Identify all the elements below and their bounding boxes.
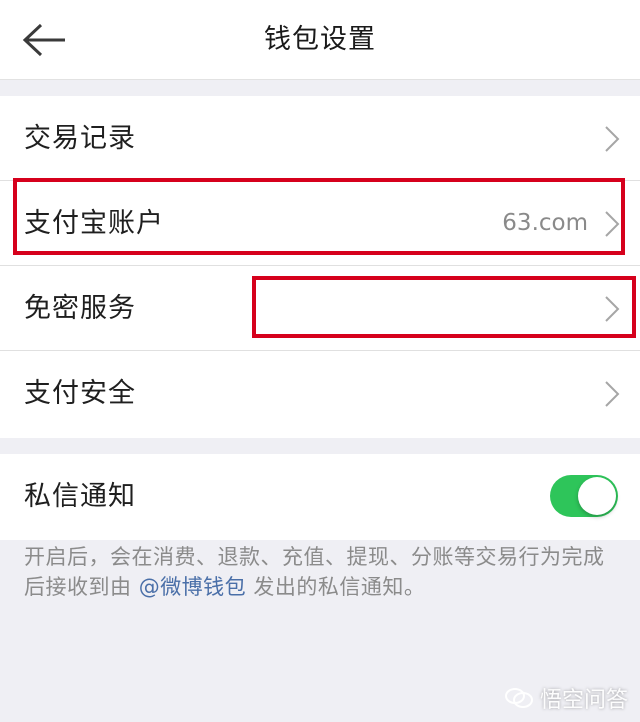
description-text-end: 发出的私信通知。: [246, 575, 426, 599]
chat-bubbles-icon: [504, 688, 533, 708]
toggle-knob[interactable]: [578, 477, 616, 515]
row-alipay-account[interactable]: 支付宝账户 63.com: [0, 181, 640, 266]
row-password-free-service[interactable]: 免密服务: [0, 266, 640, 351]
weibo-wallet-link[interactable]: @微博钱包: [139, 575, 247, 599]
row-private-message-notification: 私信通知: [0, 454, 640, 539]
settings-list: 交易记录 支付宝账户 63.com 免密服务 支付安全: [0, 96, 640, 438]
notification-group: 私信通知: [0, 454, 640, 540]
row-label: 支付安全: [24, 378, 136, 409]
watermark-text: 悟空问答: [539, 688, 628, 713]
wallet-settings-page: 钱包设置 交易记录 支付宝账户 63.com 免密服务 支付安全 私信通知 开启…: [0, 0, 640, 722]
nav-bar: 钱包设置: [0, 0, 640, 80]
row-transaction-records[interactable]: 交易记录: [0, 96, 640, 181]
row-label: 交易记录: [24, 123, 136, 154]
row-label: 支付宝账户: [24, 208, 164, 239]
row-payment-security[interactable]: 支付安全: [0, 351, 640, 436]
notification-description: 开启后，会在消费、退款、充值、提现、分账等交易行为完成后接收到由 @微博钱包 发…: [24, 542, 614, 602]
chevron-right-icon: [605, 381, 620, 407]
row-label: 私信通知: [24, 481, 136, 512]
alipay-account-value: 63.com: [502, 210, 588, 236]
watermark: 悟空问答: [504, 682, 628, 714]
chevron-right-icon: [605, 296, 620, 322]
page-title: 钱包设置: [264, 24, 376, 55]
row-label: 免密服务: [24, 293, 136, 324]
chevron-right-icon: [605, 211, 620, 237]
notification-toggle[interactable]: [550, 475, 618, 517]
chevron-right-icon: [605, 126, 620, 152]
